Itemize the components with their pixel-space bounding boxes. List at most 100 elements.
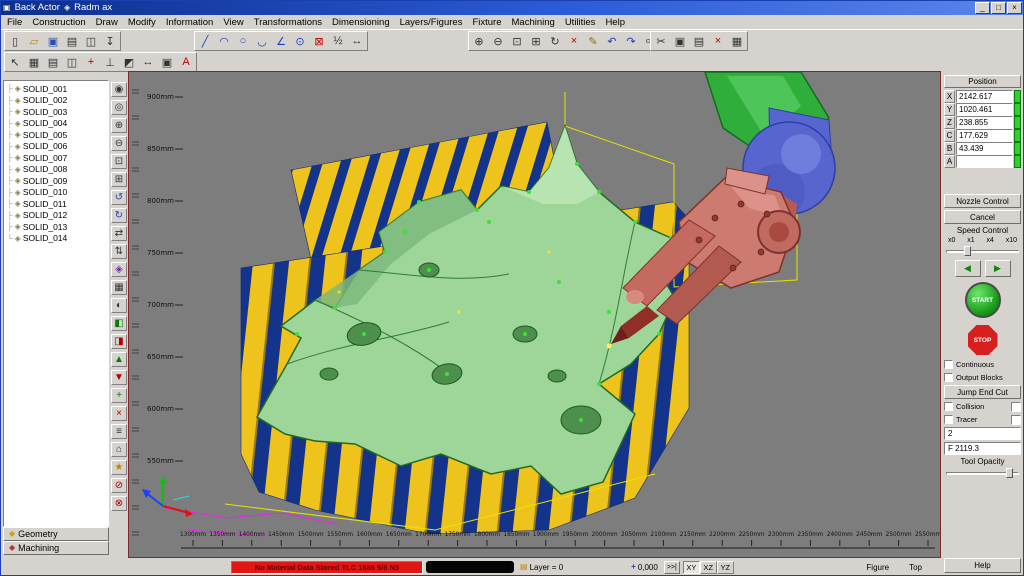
angle-tool-button[interactable]: ∠	[272, 33, 290, 49]
continuous-checkbox[interactable]	[944, 360, 953, 369]
eye-button[interactable]: ◉	[111, 82, 127, 97]
position-value-z[interactable]: 238.855	[956, 116, 1013, 129]
save-button[interactable]: ▣	[44, 33, 62, 49]
pencil-button[interactable]: ✎	[584, 33, 602, 49]
figures-button[interactable]: ◫	[63, 54, 81, 70]
properties-button[interactable]: ▦	[728, 33, 746, 49]
grid-button[interactable]: ▦	[25, 54, 43, 70]
menu-construction[interactable]: Construction	[27, 17, 90, 28]
tab-machining[interactable]: ◆ Machining	[3, 541, 109, 555]
tree-item-solid_003[interactable]: ├◈SOLID_003	[7, 106, 108, 118]
remove-button[interactable]: ×	[111, 406, 127, 421]
tree-item-solid_013[interactable]: ├◈SOLID_013	[7, 221, 108, 233]
title-bar[interactable]: ▣ Back Actor ◈ Radm ax _ □ ×	[0, 0, 1024, 15]
section-button[interactable]: ◧	[111, 316, 127, 331]
jog-back-button[interactable]: ◀	[955, 260, 981, 277]
menu-transformations[interactable]: Transformations	[249, 17, 327, 28]
expand-button[interactable]: >>|	[664, 561, 680, 574]
axis-button[interactable]: ⊥	[101, 54, 119, 70]
tree-item-solid_006[interactable]: ├◈SOLID_006	[7, 141, 108, 153]
pan-horizontal-button[interactable]: ⇄	[111, 226, 127, 241]
rotate-right-button[interactable]: ↻	[111, 208, 127, 223]
speed-slider[interactable]	[944, 246, 1021, 256]
solids-tree-panel[interactable]: ├◈SOLID_001├◈SOLID_002├◈SOLID_003├◈SOLID…	[3, 80, 109, 527]
tool-opacity-thumb[interactable]	[1006, 468, 1013, 478]
tree-item-solid_007[interactable]: ├◈SOLID_007	[7, 152, 108, 164]
menu-file[interactable]: File	[2, 17, 27, 28]
cancel-button[interactable]: Cancel	[944, 210, 1021, 224]
point-tool-button[interactable]: ⊙	[291, 33, 309, 49]
output-blocks-checkbox[interactable]	[944, 373, 953, 382]
zoom-fit-side-button[interactable]: ⊞	[111, 172, 127, 187]
shade-button[interactable]: ◈	[111, 262, 127, 277]
regen-button[interactable]: ↻	[546, 33, 564, 49]
undo-button[interactable]: ↶	[603, 33, 621, 49]
tree-item-solid_004[interactable]: ├◈SOLID_004	[7, 118, 108, 130]
menu-fixture[interactable]: Fixture	[467, 17, 506, 28]
position-value-c[interactable]: 177.629	[956, 129, 1013, 142]
tracer-checkbox[interactable]	[944, 415, 953, 424]
menu-dimensioning[interactable]: Dimensioning	[327, 17, 395, 28]
home-button[interactable]: ⌂	[111, 442, 127, 457]
zoom-window-side-button[interactable]: ⊡	[111, 154, 127, 169]
section2-button[interactable]: ◨	[111, 334, 127, 349]
menu-help[interactable]: Help	[600, 17, 630, 28]
zoom-out-side-button[interactable]: ⊖	[111, 136, 127, 151]
target-button[interactable]: ⊗	[111, 496, 127, 511]
zoom-window-button[interactable]: ⊡	[508, 33, 526, 49]
menu-utilities[interactable]: Utilities	[560, 17, 601, 28]
help-button[interactable]: Help	[944, 558, 1021, 573]
half-shade-button[interactable]: ◐	[111, 298, 127, 313]
plane-button-yz[interactable]: YZ	[717, 561, 734, 574]
viewport-3d-scene[interactable]: 900mm850mm800mm750mm700mm650mm600mm550mm…	[129, 72, 940, 557]
paste-button[interactable]: ▤	[690, 33, 708, 49]
menu-layers-figures[interactable]: Layers/Figures	[395, 17, 468, 28]
plane-button-xz[interactable]: XZ	[700, 561, 717, 574]
position-value-b[interactable]: 43.439	[956, 142, 1013, 155]
dimension-tool-button[interactable]: ↔	[348, 33, 366, 49]
snap-button[interactable]: +	[82, 54, 100, 70]
erase-button[interactable]: ×	[565, 33, 583, 49]
start-button[interactable]: START	[944, 279, 1021, 321]
no-entry-button[interactable]: ⊘	[111, 478, 127, 493]
redo-button[interactable]: ↷	[622, 33, 640, 49]
layer-indicator[interactable]: ▤ Layer = 0	[517, 561, 566, 574]
export-button[interactable]: ↧	[101, 33, 119, 49]
plane-button-xy[interactable]: XY	[683, 561, 700, 574]
zoom-in-button[interactable]: ⊕	[470, 33, 488, 49]
copy-button[interactable]: ▣	[671, 33, 689, 49]
jump-end-cut-button[interactable]: Jump End Cut	[944, 385, 1021, 399]
plane-button[interactable]: ◩	[120, 54, 138, 70]
tool-opacity-slider[interactable]	[944, 468, 1021, 478]
menu-draw[interactable]: Draw	[91, 17, 123, 28]
eye-off-button[interactable]: ◎	[111, 100, 127, 115]
down-button[interactable]: ▼	[111, 370, 127, 385]
measure-button[interactable]: ↔	[139, 54, 157, 70]
position-value-x[interactable]: 2142.617	[956, 90, 1013, 103]
rotate-left-button[interactable]: ↺	[111, 190, 127, 205]
tree-item-solid_012[interactable]: ├◈SOLID_012	[7, 210, 108, 222]
layers-tool-button[interactable]: ▤	[44, 54, 62, 70]
up-button[interactable]: ▲	[111, 352, 127, 367]
viewport[interactable]: 900mm850mm800mm750mm700mm650mm600mm550mm…	[128, 71, 941, 558]
maximize-button[interactable]: □	[991, 2, 1006, 14]
collision-checkbox[interactable]	[944, 402, 953, 411]
feed-rate-field[interactable]: F 2119.3	[944, 442, 1021, 455]
menu-view[interactable]: View	[218, 17, 248, 28]
zoom-out-button[interactable]: ⊖	[489, 33, 507, 49]
tree-item-solid_009[interactable]: ├◈SOLID_009	[7, 175, 108, 187]
value-field[interactable]: 2	[944, 427, 1021, 440]
figure-label[interactable]: Figure	[866, 563, 889, 572]
top-label[interactable]: Top	[909, 563, 922, 572]
open-file-button[interactable]: ▱	[25, 33, 43, 49]
tree-item-solid_011[interactable]: ├◈SOLID_011	[7, 198, 108, 210]
list-button[interactable]: ≡	[111, 424, 127, 439]
close-button[interactable]: ×	[1007, 2, 1022, 14]
zoom-in-side-button[interactable]: ⊕	[111, 118, 127, 133]
annotate-button[interactable]: A	[177, 54, 195, 70]
tree-item-solid_010[interactable]: ├◈SOLID_010	[7, 187, 108, 199]
wireframe-button[interactable]: ▦	[111, 280, 127, 295]
position-value-y[interactable]: 1020.461	[956, 103, 1013, 116]
menu-machining[interactable]: Machining	[507, 17, 560, 28]
tree-item-solid_008[interactable]: ├◈SOLID_008	[7, 164, 108, 176]
